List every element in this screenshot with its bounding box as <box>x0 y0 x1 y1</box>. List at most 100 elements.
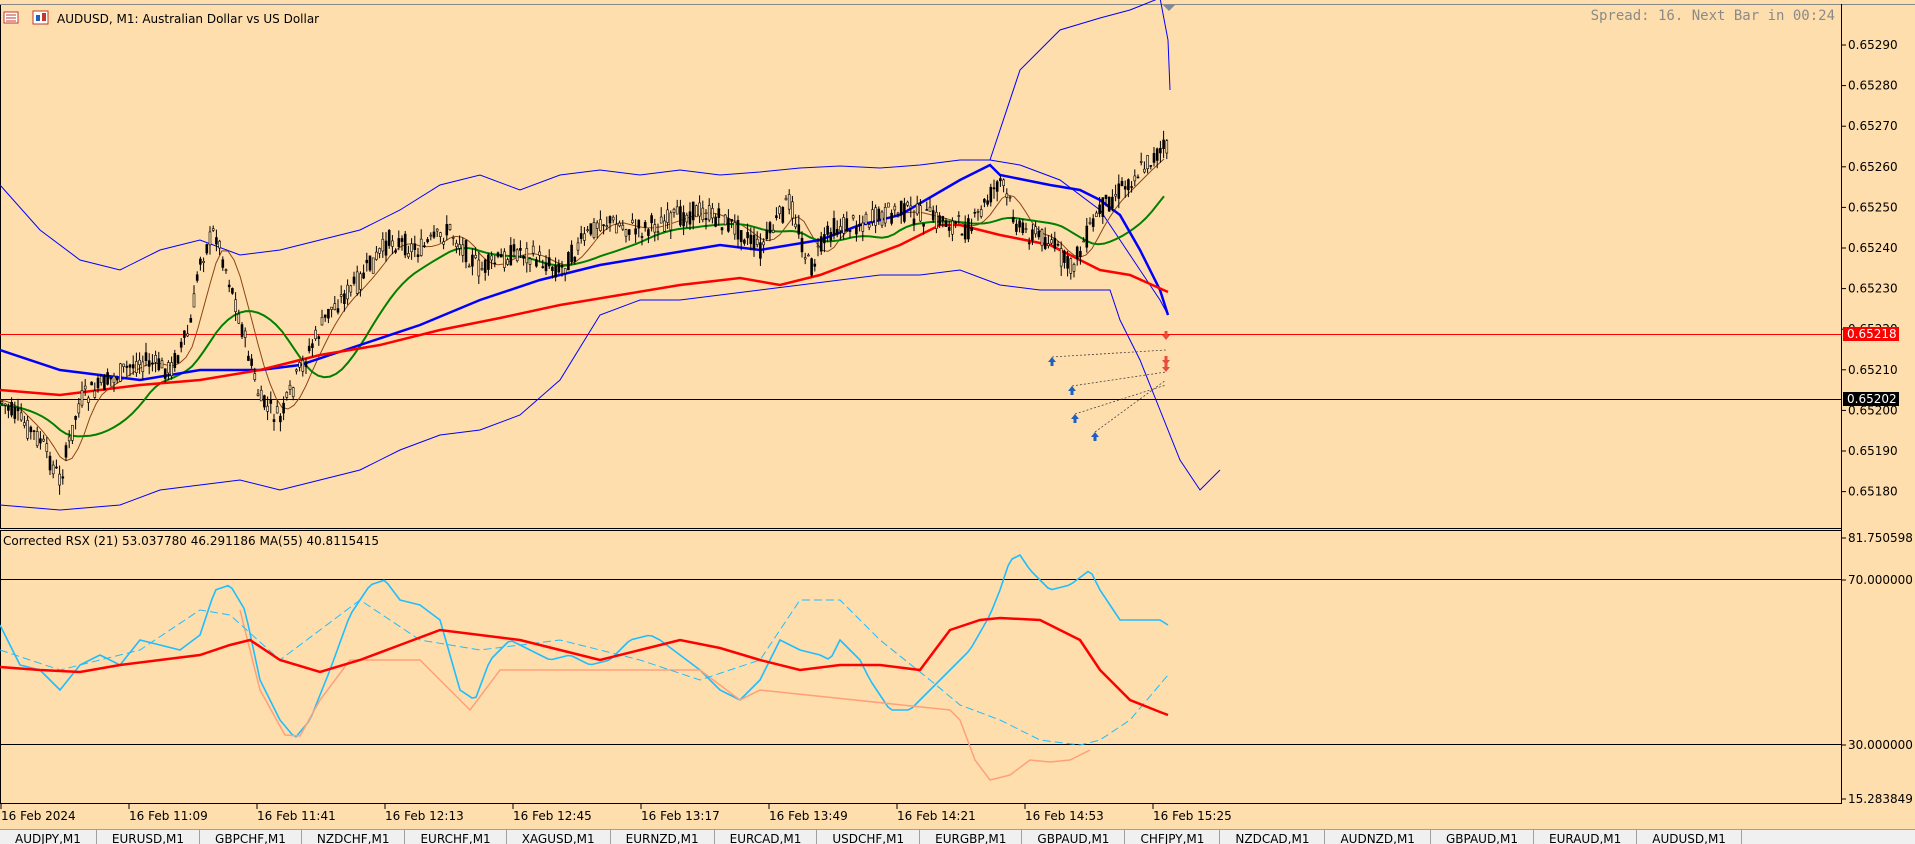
candle-body <box>755 238 759 245</box>
window-menu-icon[interactable] <box>3 11 19 24</box>
candle-body <box>570 244 573 263</box>
candle-body <box>666 209 669 223</box>
main-pane-frame <box>0 4 1842 529</box>
candle-body <box>365 259 369 264</box>
candle-body <box>138 359 141 366</box>
candle-body <box>986 200 989 205</box>
symbol-tab[interactable]: NZDCHF,M1 <box>302 830 406 844</box>
candle-body <box>554 265 557 278</box>
collapse-arrow-icon[interactable] <box>1163 5 1175 11</box>
candle-body <box>717 208 721 218</box>
candle-body <box>650 215 653 224</box>
candle-body <box>899 200 903 216</box>
candle-body <box>979 209 983 217</box>
buy-arrow-icon <box>1091 432 1099 441</box>
symbol-tab[interactable]: AUDNZD,M1 <box>1325 830 1431 844</box>
candle-body <box>362 272 365 279</box>
chart-area[interactable]: 0.65290 0.65280 0.65270 0.65260 0.65250 0.652… <box>0 0 1915 843</box>
symbol-tab[interactable]: EURAUD,M1 <box>1534 830 1638 844</box>
symbol-tab[interactable]: CHFJPY,M1 <box>1125 830 1221 844</box>
candle-body <box>925 209 929 211</box>
candle-body <box>691 201 695 221</box>
bollinger-bands <box>0 0 1221 511</box>
candle-body <box>119 363 122 382</box>
candle-body <box>551 266 554 271</box>
candle-body <box>976 211 980 213</box>
candle-body <box>797 224 801 235</box>
candle-body <box>407 253 410 258</box>
candle-body <box>1130 186 1133 188</box>
candle-body <box>346 284 349 300</box>
candle-body <box>128 364 132 368</box>
symbol-tabs-bar: AUDJPY,M1 EURUSD,M1 GBPCHF,M1 NZDCHF,M1 EURC… <box>0 829 1915 844</box>
candle-body <box>711 208 714 219</box>
candle-body <box>445 224 449 236</box>
symbol-tab[interactable]: EURUSD,M1 <box>97 830 201 844</box>
candle-body <box>557 263 561 273</box>
candle-body <box>522 255 525 259</box>
chart-type-icon[interactable] <box>32 10 49 25</box>
symbol-tab[interactable]: EURGBP,M1 <box>920 830 1023 844</box>
candle-body <box>826 225 829 235</box>
candle-body <box>698 202 701 217</box>
candle-body <box>83 385 87 390</box>
symbol-tab[interactable]: AUDJPY,M1 <box>0 830 97 844</box>
candle-body <box>627 229 631 235</box>
candle-body <box>1088 221 1092 224</box>
candle-body <box>247 355 250 361</box>
symbol-tab[interactable]: GBPCHF,M1 <box>200 830 302 844</box>
candle-body <box>80 390 84 406</box>
candle-body <box>170 362 173 377</box>
candle-body <box>1149 165 1153 167</box>
candle-body <box>935 211 938 229</box>
candle-body <box>467 265 471 268</box>
candle-body <box>586 229 589 231</box>
candle-body <box>938 215 941 226</box>
candle-body <box>656 231 660 234</box>
candle-body <box>567 252 570 271</box>
candle-body <box>659 216 663 224</box>
symbol-tab[interactable]: AUDUSD,M1 <box>1637 830 1742 844</box>
candle-body <box>112 375 116 383</box>
symbol-tab[interactable]: GBPAUD,M1 <box>1431 830 1534 844</box>
candle-body <box>483 259 487 273</box>
price-tick-label: 0.65210 <box>1848 363 1898 377</box>
candle-body <box>813 263 817 267</box>
candle-body <box>752 235 756 250</box>
symbol-tab[interactable]: EURCAD,M1 <box>715 830 818 844</box>
candle-body <box>589 223 593 235</box>
candle-body <box>877 208 881 220</box>
candle-body <box>1015 223 1018 232</box>
candle-body <box>259 389 263 402</box>
candle-body <box>243 330 247 338</box>
candle-body <box>887 202 890 208</box>
candle-body <box>474 254 477 259</box>
symbol-tab[interactable]: EURNZD,M1 <box>611 830 715 844</box>
candle-body <box>90 381 93 386</box>
symbol-tab[interactable]: USDCHF,M1 <box>817 830 921 844</box>
candle-body <box>48 455 52 471</box>
candle-body <box>999 178 1002 182</box>
candle-body <box>1079 251 1082 258</box>
symbol-tab[interactable]: NZDCAD,M1 <box>1220 830 1326 844</box>
candle-body <box>327 308 330 319</box>
candle-body <box>355 271 359 294</box>
candle-body <box>871 209 874 222</box>
candle-body <box>285 391 289 398</box>
candle-body <box>199 258 202 265</box>
candle-body <box>624 229 628 237</box>
candle-body <box>1127 179 1130 191</box>
price-tick-label: 0.65190 <box>1848 444 1898 458</box>
candle-body <box>781 206 785 223</box>
symbol-tab[interactable]: GBPAUD,M1 <box>1022 830 1126 844</box>
candle-body <box>29 426 33 433</box>
candle-body <box>851 215 855 219</box>
candle-body <box>218 240 221 249</box>
candle-body <box>858 223 861 227</box>
candle-body <box>202 261 205 263</box>
candle-body <box>487 254 490 270</box>
symbol-tab[interactable]: XAGUSD,M1 <box>507 830 611 844</box>
symbol-tab[interactable]: EURCHF,M1 <box>405 830 507 844</box>
indicator-tick-label: 70.000000 <box>1848 573 1913 587</box>
candle-body <box>599 219 602 231</box>
